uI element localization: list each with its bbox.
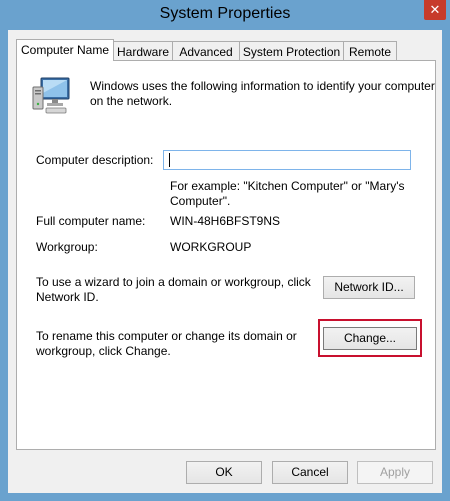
computer-icon <box>32 77 70 114</box>
intro-text: Windows uses the following information t… <box>90 79 435 108</box>
network-id-instructions: To use a wizard to join a domain or work… <box>36 275 311 304</box>
workgroup-label: Workgroup: <box>36 240 98 254</box>
computer-description-label: Computer description: <box>36 153 154 167</box>
close-button[interactable]: ✕ <box>424 0 446 20</box>
ok-button[interactable]: OK <box>186 461 262 484</box>
tab-system-protection[interactable]: System Protection <box>239 41 344 60</box>
computer-name-panel: Windows uses the following information t… <box>16 60 436 450</box>
window-title: System Properties <box>159 5 291 22</box>
change-button[interactable]: Change... <box>323 327 417 350</box>
close-icon: ✕ <box>429 2 441 17</box>
title-bar[interactable]: System Properties ✕ <box>0 0 450 30</box>
full-computer-name-label: Full computer name: <box>36 214 146 228</box>
dialog-client-area: Computer Name Hardware Advanced System P… <box>8 30 442 493</box>
cancel-button[interactable]: Cancel <box>272 461 348 484</box>
text-caret <box>169 153 170 167</box>
network-id-button[interactable]: Network ID... <box>323 276 415 299</box>
tab-hardware[interactable]: Hardware <box>113 41 173 60</box>
apply-button[interactable]: Apply <box>357 461 433 484</box>
description-example-text: For example: "Kitchen Computer" or "Mary… <box>170 179 405 208</box>
rename-instructions: To rename this computer or change its do… <box>36 329 297 358</box>
tab-advanced[interactable]: Advanced <box>172 41 240 60</box>
full-computer-name-value: WIN-48H6BFST9NS <box>170 214 281 228</box>
system-properties-window: System Properties ✕ Computer Name Hardwa… <box>0 0 450 501</box>
tab-computer-name[interactable]: Computer Name <box>16 39 114 61</box>
workgroup-value: WORKGROUP <box>170 240 252 254</box>
tab-remote[interactable]: Remote <box>343 41 397 60</box>
computer-description-input[interactable] <box>163 150 411 170</box>
